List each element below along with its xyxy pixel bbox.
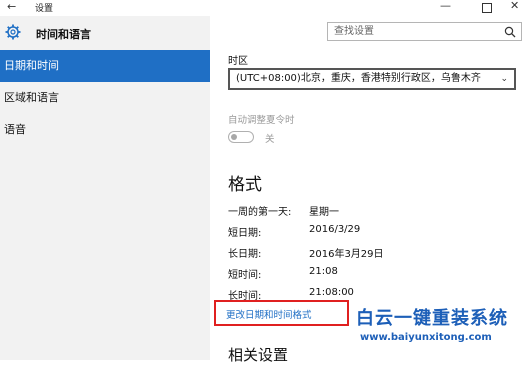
dst-toggle-state: 关 — [265, 134, 275, 145]
first-day-label: 一周的第一天: — [228, 207, 292, 218]
title-bar: ← 设置 — ✕ — [0, 0, 523, 16]
close-icon[interactable]: ✕ — [510, 0, 519, 12]
short-date-value: 2016/3/29 — [309, 224, 361, 235]
gear-icon — [5, 24, 21, 40]
maximize-icon[interactable] — [482, 3, 492, 13]
long-date-label: 长日期: — [228, 249, 262, 260]
sidebar-title: 时间和语言 — [36, 28, 91, 41]
search-box — [327, 22, 522, 41]
window-title: 设置 — [35, 4, 54, 14]
sidebar-item-speech[interactable]: 语音 — [0, 114, 210, 146]
short-date-label: 短日期: — [228, 228, 262, 239]
watermark-url: www.baiyunxitong.com — [360, 332, 492, 343]
timezone-select[interactable]: (UTC+08:00)北京，重庆，香港特别行政区，乌鲁木齐 ⌄ — [228, 68, 516, 90]
change-date-time-formats-link[interactable]: 更改日期和时间格式 — [226, 307, 312, 321]
long-date-value: 2016年3月29日 — [309, 249, 384, 260]
chevron-down-icon: ⌄ — [500, 74, 508, 84]
timezone-label: 时区 — [228, 56, 248, 67]
sidebar-item-date-time[interactable]: 日期和时间 — [0, 50, 210, 82]
back-arrow-icon[interactable]: ← — [7, 0, 16, 14]
related-settings-heading: 相关设置 — [228, 346, 289, 364]
toggle-knob — [231, 133, 237, 140]
sidebar-item-region-language[interactable]: 区域和语言 — [0, 82, 210, 114]
short-time-value: 21:08 — [309, 266, 338, 277]
sidebar: 时间和语言 日期和时间 区域和语言 语音 — [0, 16, 210, 360]
formats-heading: 格式 — [228, 175, 262, 195]
timezone-value: (UTC+08:00)北京，重庆，香港特别行政区，乌鲁木齐 — [236, 73, 481, 84]
search-icon[interactable] — [504, 26, 516, 38]
watermark-text: 白云一键重装系统 — [356, 308, 508, 329]
minimize-icon[interactable]: — — [440, 0, 451, 12]
first-day-value: 星期一 — [309, 207, 339, 218]
sidebar-header: 时间和语言 — [0, 16, 210, 52]
short-time-label: 短时间: — [228, 270, 262, 281]
search-input[interactable] — [334, 24, 494, 39]
dst-label: 自动调整夏令时 — [228, 115, 295, 126]
dst-toggle[interactable] — [228, 131, 254, 143]
long-time-value: 21:08:00 — [309, 287, 354, 298]
